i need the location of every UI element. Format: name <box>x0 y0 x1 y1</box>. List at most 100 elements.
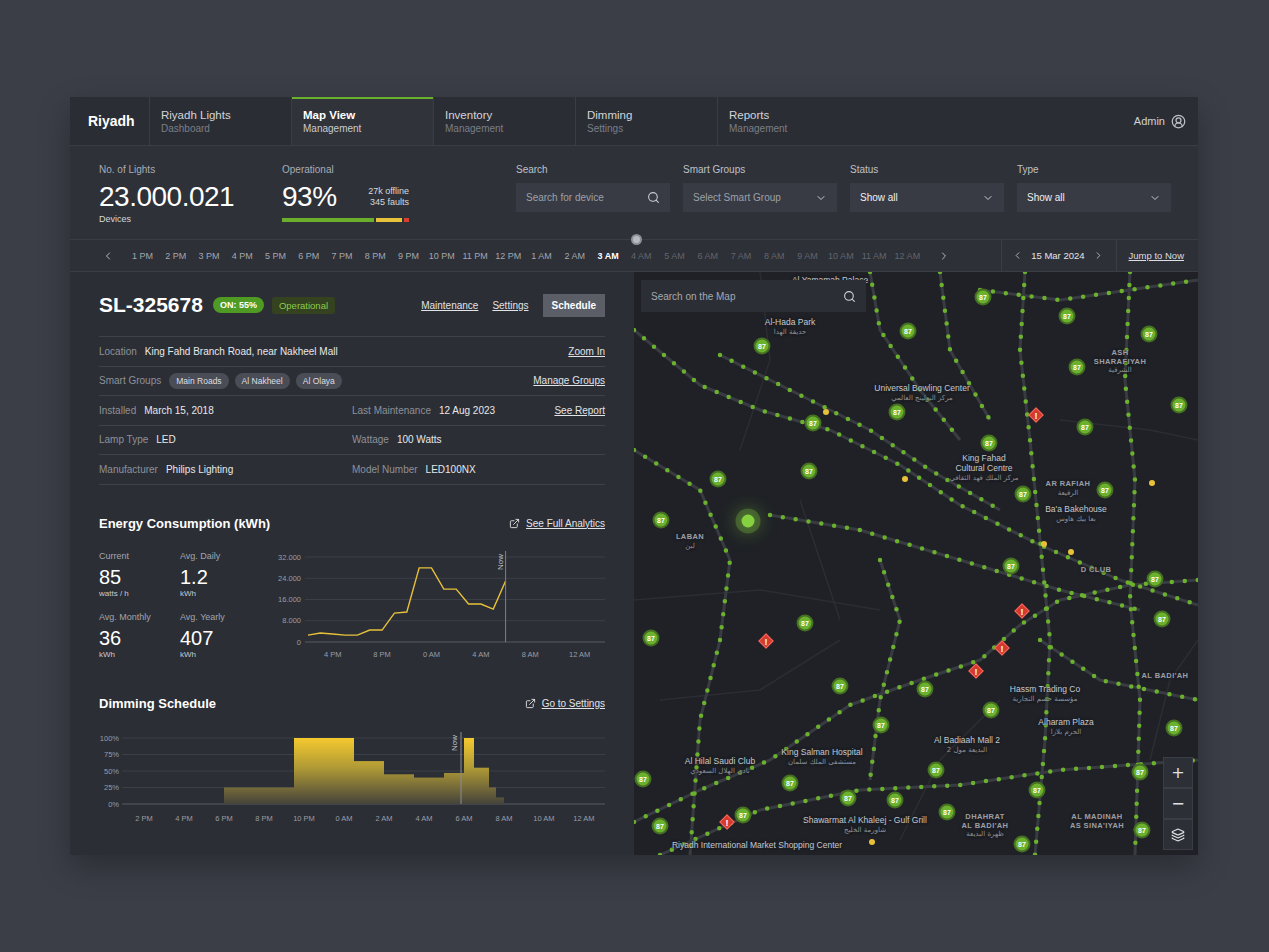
select-field[interactable]: Show all <box>850 183 1004 212</box>
group-tag[interactable]: Al Nakheel <box>235 373 290 389</box>
timeline-hour[interactable]: 7 AM <box>725 240 758 271</box>
nav-tab[interactable]: ReportsManagement <box>717 97 859 145</box>
cluster-marker[interactable]: 87 <box>981 435 998 452</box>
timeline-hour[interactable]: 3 AM <box>592 240 625 271</box>
cluster-marker[interactable]: 87 <box>801 463 818 480</box>
cluster-marker[interactable]: 87 <box>797 615 814 632</box>
cluster-marker[interactable]: 87 <box>939 804 956 821</box>
user-menu[interactable]: Admin <box>1134 97 1198 145</box>
cluster-marker[interactable]: 87 <box>1015 486 1032 503</box>
cluster-marker[interactable]: 87 <box>975 289 992 306</box>
cluster-marker[interactable]: 87 <box>889 404 906 421</box>
cluster-marker[interactable]: 87 <box>1029 782 1046 799</box>
selected-light-marker[interactable] <box>742 515 755 528</box>
cluster-marker[interactable]: 87 <box>1014 836 1031 853</box>
cluster-marker[interactable]: 87 <box>1097 482 1114 499</box>
timeline-hour[interactable]: 8 PM <box>359 240 392 271</box>
cluster-marker[interactable]: 87 <box>928 762 945 779</box>
analytics-link[interactable]: See Full Analytics <box>509 518 605 529</box>
warning-marker[interactable] <box>1149 480 1155 486</box>
timeline-knob[interactable] <box>631 234 642 245</box>
timeline-hour[interactable]: 6 AM <box>691 240 724 271</box>
timeline-hour[interactable]: 5 AM <box>658 240 691 271</box>
fault-marker[interactable]: ! <box>969 664 984 679</box>
cluster-marker[interactable]: 87 <box>917 681 934 698</box>
timeline-hour[interactable]: 1 AM <box>525 240 558 271</box>
map[interactable]: 87 87 87 87 87 87 87 87 87 87 87 87 87 87 87 87 87 87 87 87… <box>634 272 1198 855</box>
nav-tab[interactable]: Map ViewManagement <box>291 97 433 145</box>
date-prev[interactable] <box>1012 250 1023 261</box>
jump-to-now-link[interactable]: Jump to Now <box>1116 240 1198 271</box>
cluster-marker[interactable]: 87 <box>1077 419 1094 436</box>
row-link[interactable]: Manage Groups <box>533 375 605 386</box>
cluster-marker[interactable]: 87 <box>1003 558 1020 575</box>
cluster-marker[interactable]: 87 <box>1166 720 1183 737</box>
warning-marker[interactable] <box>869 839 875 845</box>
nav-tab[interactable]: InventoryManagement <box>433 97 575 145</box>
map-search-field[interactable]: Search on the Map <box>641 280 866 312</box>
timeline-hour[interactable]: 2 AM <box>558 240 591 271</box>
cluster-marker[interactable]: 87 <box>900 323 917 340</box>
date-next[interactable] <box>1093 250 1104 261</box>
cluster-marker[interactable]: 87 <box>1154 611 1171 628</box>
fault-marker[interactable]: ! <box>1029 408 1044 423</box>
warning-marker[interactable] <box>1041 541 1047 547</box>
timeline-hour[interactable]: 4 AM <box>625 240 658 271</box>
nav-tab[interactable]: DimmingSettings <box>575 97 717 145</box>
cluster-marker[interactable]: 87 <box>1132 764 1149 781</box>
timeline-hour[interactable]: 9 PM <box>392 240 425 271</box>
warning-marker[interactable] <box>1068 549 1074 555</box>
cluster-marker[interactable]: 87 <box>653 512 670 529</box>
cluster-marker[interactable]: 87 <box>643 630 660 647</box>
timeline-hour[interactable]: 2 PM <box>159 240 192 271</box>
fault-marker[interactable]: ! <box>995 641 1010 656</box>
cluster-marker[interactable]: 87 <box>782 775 799 792</box>
action-button[interactable]: Schedule <box>543 294 605 317</box>
cluster-marker[interactable]: 87 <box>1147 571 1164 588</box>
cluster-marker[interactable]: 87 <box>1134 822 1151 839</box>
cluster-marker[interactable]: 87 <box>754 338 771 355</box>
cluster-marker[interactable]: 87 <box>635 771 652 788</box>
row-link[interactable]: See Report <box>554 405 605 416</box>
cluster-marker[interactable]: 87 <box>805 415 822 432</box>
cluster-marker[interactable]: 87 <box>1171 397 1188 414</box>
cluster-marker[interactable]: 87 <box>1141 326 1158 343</box>
nav-tab[interactable]: Riyadh LightsDashboard <box>149 97 291 145</box>
cluster-marker[interactable]: 87 <box>652 818 669 835</box>
search-field[interactable]: Search for device <box>516 183 670 212</box>
cluster-marker[interactable]: 87 <box>873 717 890 734</box>
cluster-marker[interactable]: 87 <box>1069 359 1086 376</box>
timeline-hour[interactable]: 12 AM <box>891 240 924 271</box>
action-link[interactable]: Maintenance <box>421 300 478 311</box>
cluster-marker[interactable]: 87 <box>735 807 752 824</box>
zoom-out-button[interactable]: − <box>1163 788 1193 819</box>
cluster-marker[interactable]: 87 <box>832 678 849 695</box>
settings-link[interactable]: Go to Settings <box>525 698 605 709</box>
select-field[interactable]: Show all <box>1017 183 1171 212</box>
timeline-hour[interactable]: 10 AM <box>824 240 857 271</box>
timeline-hour[interactable]: 12 PM <box>492 240 525 271</box>
timeline-track[interactable]: 1 PM2 PM3 PM4 PM5 PM6 PM7 PM8 PM9 PM10 P… <box>126 240 924 271</box>
action-link[interactable]: Settings <box>492 300 528 311</box>
timeline-hour[interactable]: 5 PM <box>259 240 292 271</box>
layers-button[interactable] <box>1163 819 1193 850</box>
select-field[interactable]: Select Smart Group <box>683 183 837 212</box>
timeline-hour[interactable]: 11 PM <box>459 240 492 271</box>
timeline-hour[interactable]: 1 PM <box>126 240 159 271</box>
fault-marker[interactable]: ! <box>1015 604 1030 619</box>
timeline-hour[interactable]: 10 PM <box>425 240 458 271</box>
cluster-marker[interactable]: 87 <box>887 792 904 809</box>
warning-marker[interactable] <box>902 476 908 482</box>
timeline-hour[interactable]: 8 AM <box>758 240 791 271</box>
timeline-hour[interactable]: 9 AM <box>791 240 824 271</box>
row-link[interactable]: Zoom In <box>568 346 605 357</box>
brand[interactable]: Riyadh <box>70 97 149 145</box>
cluster-marker[interactable]: 87 <box>710 471 727 488</box>
timeline-next[interactable] <box>924 240 964 271</box>
fault-marker[interactable]: ! <box>720 815 735 830</box>
timeline-hour[interactable]: 3 PM <box>193 240 226 271</box>
timeline-prev[interactable] <box>70 240 126 271</box>
timeline-hour[interactable]: 7 PM <box>326 240 359 271</box>
fault-marker[interactable]: ! <box>759 634 774 649</box>
timeline-hour[interactable]: 4 PM <box>226 240 259 271</box>
